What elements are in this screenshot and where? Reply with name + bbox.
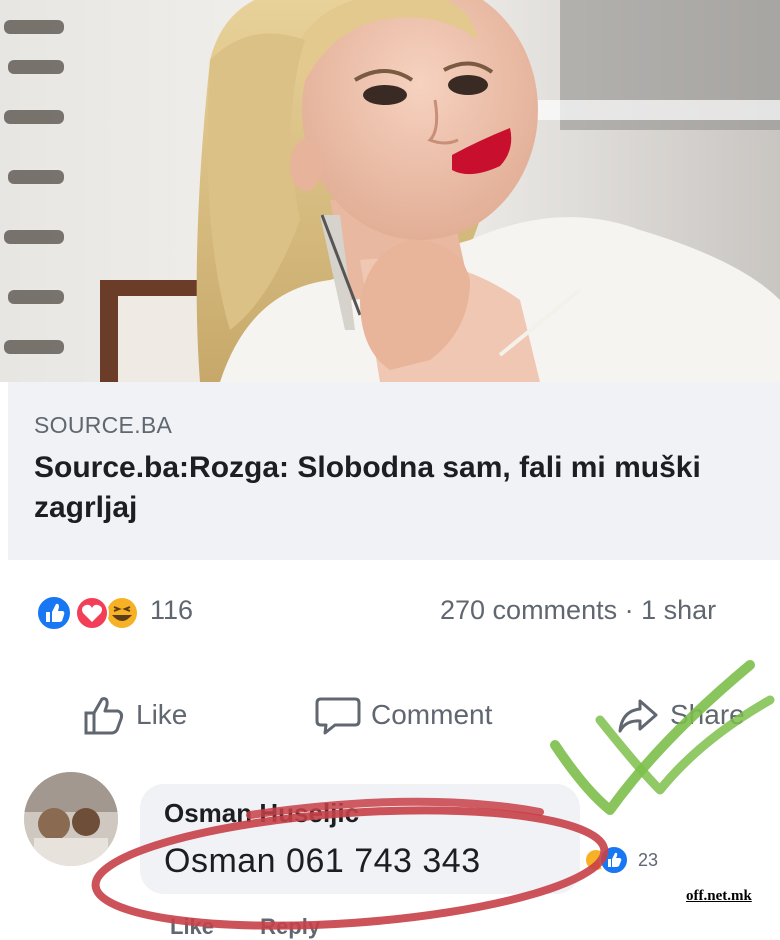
post-photo-illustration	[0, 0, 780, 382]
haha-icon	[107, 598, 137, 628]
link-preview-card[interactable]: SOURCE.BA Source.ba:Rozga: Slobodna sam,…	[8, 382, 780, 560]
post-action-bar: Like Comment Share	[0, 680, 780, 750]
comment-label: Comment	[371, 699, 493, 730]
comment-reaction-count: 23	[638, 849, 659, 870]
comment-bubble[interactable]: Osman Huseljic Osman 061 743 343	[140, 784, 580, 894]
comment-reply-link[interactable]: Reply	[260, 914, 320, 939]
like-icon	[599, 845, 629, 875]
post-photo[interactable]	[0, 0, 780, 382]
link-source: SOURCE.BA	[34, 412, 173, 438]
comment-text: Osman 061 743 343	[164, 842, 481, 880]
post-stats: 116 270 comments · 1 shar	[0, 585, 780, 641]
share-label: Share	[670, 699, 745, 730]
comment-like-link[interactable]: Like	[170, 914, 214, 939]
like-icon	[36, 595, 72, 631]
comments-shares-count[interactable]: 270 comments · 1 shar	[440, 595, 716, 626]
share-button[interactable]: Share	[616, 690, 745, 740]
love-icon	[75, 596, 109, 630]
like-button[interactable]: Like	[82, 690, 187, 740]
like-label: Like	[136, 699, 188, 730]
comment: Osman Huseljic Osman 061 743 343 23 Like…	[0, 770, 780, 939]
speech-bubble-icon	[315, 697, 361, 735]
commenter-name[interactable]: Osman Huseljic	[164, 798, 359, 829]
reaction-icons[interactable]	[34, 595, 144, 631]
link-title[interactable]: Source.ba:Rozga: Slobodna sam, fali mi m…	[34, 448, 764, 528]
share-arrow-icon	[618, 699, 658, 733]
reaction-count[interactable]: 116	[150, 595, 193, 626]
thumbs-up-icon	[84, 697, 124, 735]
comment-reactions[interactable]: 23	[584, 842, 684, 878]
comment-actions: Like Reply	[170, 914, 360, 939]
watermark: off.net.mk	[686, 888, 752, 904]
avatar[interactable]	[24, 772, 118, 866]
comment-button[interactable]: Comment	[315, 690, 492, 740]
